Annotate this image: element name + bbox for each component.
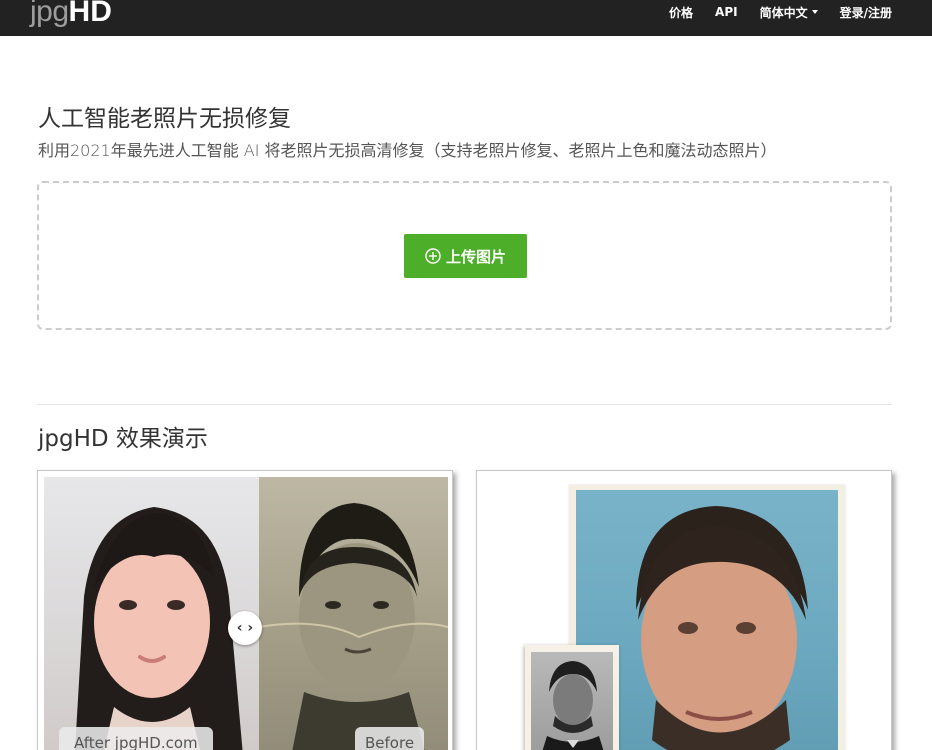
language-dropdown[interactable]: 简体中文: [760, 4, 818, 21]
demo-card-compare: ‹ › After jpgHD.com Before: [37, 470, 453, 750]
after-label: After jpgHD.com: [59, 727, 213, 750]
nav-pricing-link[interactable]: 价格: [669, 4, 693, 21]
upload-image-button[interactable]: 上传图片: [404, 234, 527, 278]
upload-button-label: 上传图片: [445, 247, 506, 266]
nav-links: 价格 API 简体中文 登录/注册: [647, 0, 892, 24]
section-divider: [37, 404, 892, 405]
logo-bold-text: HD: [68, 0, 112, 28]
nav-api-link[interactable]: API: [715, 5, 738, 19]
original-photo-frame: [525, 645, 619, 750]
before-label: Before: [355, 727, 425, 750]
lincoln-bw-portrait: [542, 661, 604, 750]
logo-light-text: jpg: [30, 0, 69, 28]
logo[interactable]: jpgHD: [30, 0, 112, 30]
before-photo: [259, 477, 448, 750]
demo-section-title: jpgHD 效果演示: [38, 426, 208, 452]
caret-down-icon: [811, 10, 818, 14]
hero-subtitle: 利用2021年最先进人工智能 AI 将老照片无损高清修复（支持老照片修复、老照片…: [38, 141, 777, 160]
plus-circle-icon: [425, 248, 441, 264]
top-navbar: jpgHD 价格 API 简体中文 登录/注册: [0, 0, 932, 36]
compare-slider-handle[interactable]: ‹ ›: [228, 611, 262, 645]
original-photo: [531, 652, 613, 750]
boy-portrait-image: [259, 503, 448, 750]
demo-card-colorize: [476, 470, 892, 750]
language-label: 简体中文: [759, 5, 808, 20]
girl-portrait-image: [75, 507, 243, 750]
upload-dropzone[interactable]: 上传图片: [37, 181, 892, 330]
after-photo: [44, 477, 259, 750]
hero-title: 人工智能老照片无损修复: [38, 106, 291, 132]
nav-login-link[interactable]: 登录/注册: [840, 4, 892, 21]
